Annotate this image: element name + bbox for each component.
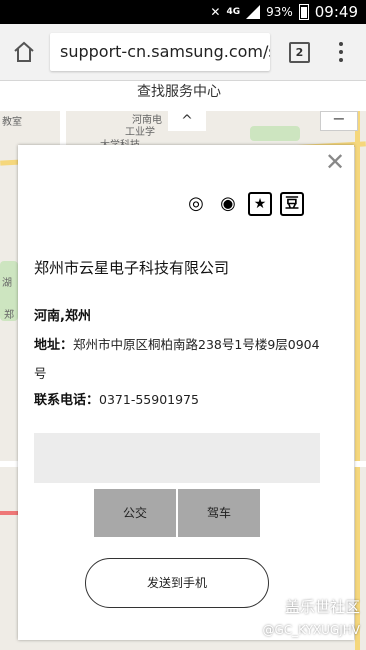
watermark: 盖乐世社区 @GC_KYXUGJHV [262, 596, 360, 637]
url-bar[interactable]: support-cn.samsung.com/s [50, 33, 270, 71]
phone: 联系电话：0371-55901975 [34, 389, 199, 408]
send-to-phone-button[interactable]: 发送到手机 [85, 558, 269, 608]
signal-icon [246, 5, 261, 19]
share-icons: ◎ ◉ ★ 豆 [184, 192, 304, 216]
bus-mode-button[interactable]: 公交 [94, 489, 176, 537]
company-name: 郑州市云星电子科技有限公司 [34, 259, 230, 277]
map-label: 郑 [4, 310, 14, 321]
menu-icon[interactable] [336, 40, 346, 64]
page-title: 查找服务中心 [137, 84, 221, 100]
watermark-user: @GC_KYXUGJHV [262, 623, 360, 637]
zoom-out-button[interactable]: − [320, 111, 358, 131]
tab-switcher-button[interactable]: 2 [289, 42, 310, 63]
collapse-button[interactable]: ^ [168, 111, 206, 131]
close-icon[interactable]: ✕ [324, 150, 346, 174]
address: 地址：郑州市中原区桐柏南路238号1号楼9层0904号 [34, 331, 324, 388]
address-label: 地址： [34, 338, 74, 353]
phone-number[interactable]: 0371-55901975 [99, 392, 199, 407]
weibo-icon[interactable]: ◎ [184, 192, 208, 216]
address-text: 郑州市中原区桐柏南路238号1号楼9层0904号 [34, 337, 320, 381]
douban-icon[interactable]: 豆 [280, 192, 304, 216]
browser-toolbar: support-cn.samsung.com/s 2 [0, 24, 366, 81]
phone-label: 联系电话： [34, 393, 100, 408]
home-icon[interactable] [12, 40, 36, 64]
map-label: 教室 [2, 117, 22, 128]
service-center-panel: ✕ ◎ ◉ ★ 豆 郑州市云星电子科技有限公司 河南,郑州 地址：郑州市中原区桐… [18, 145, 354, 640]
drive-mode-button[interactable]: 驾车 [178, 489, 260, 537]
mute-icon: ✕ [210, 5, 221, 19]
clock: 09:49 [314, 3, 358, 21]
route-input[interactable] [34, 433, 320, 483]
battery-percent: 93% [266, 5, 293, 19]
region: 河南,郑州 [34, 309, 91, 324]
network-type: 4G [226, 6, 241, 17]
star-icon[interactable]: ★ [248, 192, 272, 216]
page-header: 查找服务中心 [0, 81, 366, 111]
map-label: 湖 [2, 278, 12, 289]
wechat-icon[interactable]: ◉ [216, 192, 240, 216]
battery-icon [298, 4, 309, 20]
url-text: support-cn.samsung.com/s [60, 42, 270, 61]
watermark-brand: 盖乐世社区 [284, 598, 360, 616]
status-bar: ✕ 4G 93% 09:49 [0, 0, 366, 24]
